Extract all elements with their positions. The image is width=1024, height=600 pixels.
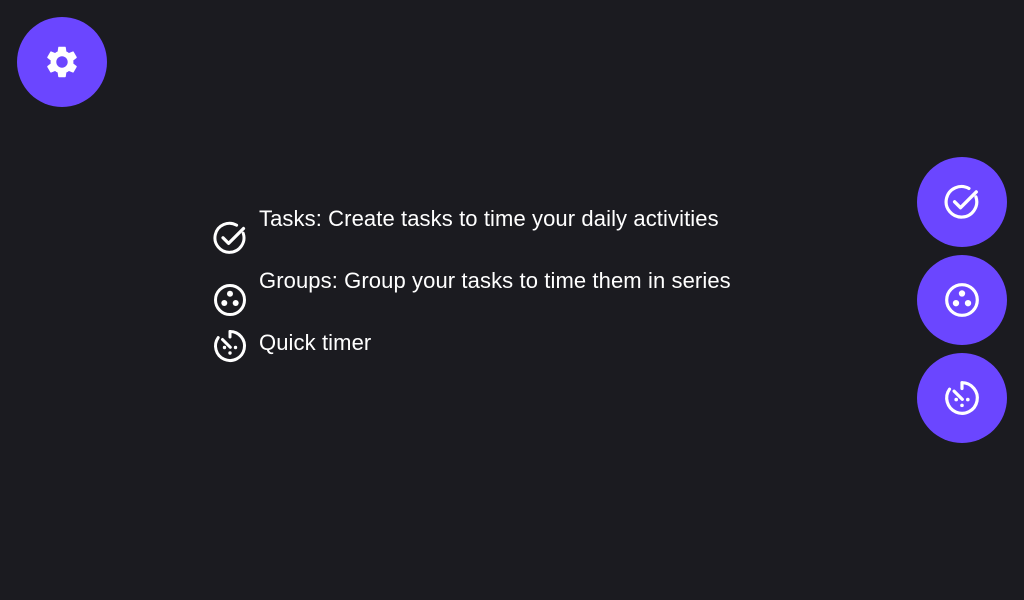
quick-timer-button[interactable]: [917, 353, 1007, 443]
groups-button[interactable]: [917, 255, 1007, 345]
feature-legend: Tasks: Create tasks to time your daily a…: [212, 202, 732, 372]
legend-item-quick-timer: Quick timer: [212, 326, 732, 364]
legend-label-groups: Groups: Group your tasks to time them in…: [259, 268, 731, 293]
legend-item-tasks: Tasks: Create tasks to time your daily a…: [212, 202, 732, 256]
timer-icon: [943, 379, 981, 417]
check-circle-icon: [212, 220, 248, 256]
group-dots-icon: [943, 281, 981, 319]
group-dots-icon: [212, 282, 248, 318]
tasks-button[interactable]: [917, 157, 1007, 247]
timer-icon: [212, 328, 248, 364]
settings-button[interactable]: [17, 17, 107, 107]
gear-icon: [43, 43, 81, 81]
app-screen: Tasks: Create tasks to time your daily a…: [0, 0, 1024, 600]
legend-item-groups: Groups: Group your tasks to time them in…: [212, 264, 732, 318]
check-circle-icon: [943, 183, 981, 221]
legend-label-quick-timer: Quick timer: [259, 330, 372, 355]
legend-label-tasks: Tasks: Create tasks to time your daily a…: [259, 206, 719, 231]
